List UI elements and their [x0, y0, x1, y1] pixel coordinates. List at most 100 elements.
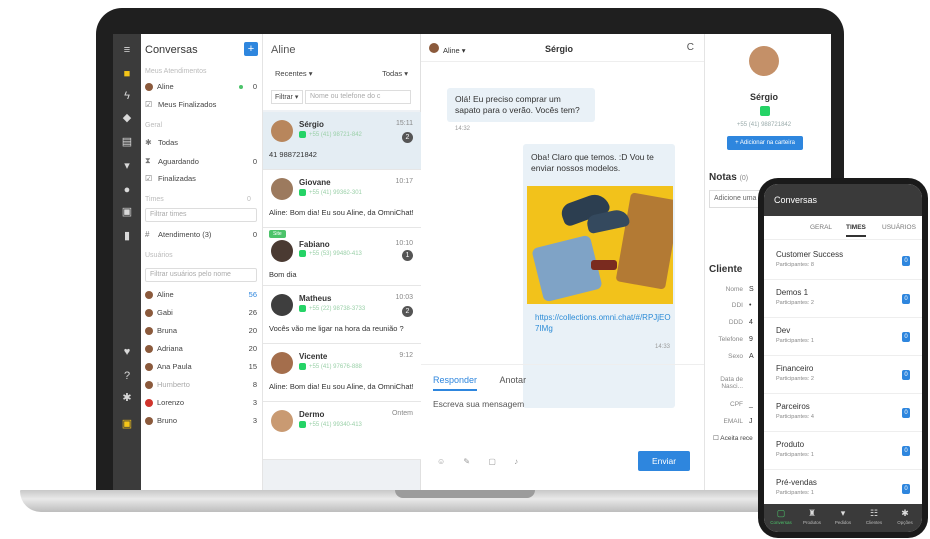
tab-geral[interactable]: GERAL — [810, 224, 832, 231]
whatsapp-icon — [299, 305, 306, 312]
whatsapp-icon — [299, 421, 306, 428]
avatar — [145, 362, 153, 371]
conversations-sidebar: Conversas + Meus Atendimentos Aline 0 ☑ Me… — [141, 34, 263, 490]
sidebar-item-finalizados[interactable]: ☑ Meus Finalizados — [145, 100, 257, 109]
user-item[interactable]: Lorenzo 3 — [145, 398, 257, 407]
filter-button[interactable]: Filtrar ▾ — [271, 90, 303, 104]
phone-frame: Conversas GERAL TIMES USUÁRIOS Customer … — [758, 178, 928, 538]
tag-icon[interactable]: ◆ — [120, 112, 134, 124]
nav-pedidos[interactable]: ▾ Pedidos — [828, 508, 858, 525]
product-photo[interactable] — [527, 186, 673, 304]
tab-usuarios[interactable]: USUÁRIOS — [882, 224, 916, 231]
user-item[interactable]: Ana Paula 15 — [145, 362, 257, 371]
contact-name: Sérgio — [749, 92, 778, 102]
chat-item[interactable]: Giovane +55 (41) 99362-301 10:17 Aline: … — [263, 170, 421, 228]
team-row[interactable]: Dev Participantes: 10 — [764, 318, 922, 356]
avatar — [271, 352, 293, 374]
contacts-icon[interactable]: ▣ — [120, 206, 134, 218]
product-icon: ♜ — [807, 508, 817, 518]
asterisk-icon: ✱ — [145, 138, 152, 147]
add-portfolio-button[interactable]: + Adicionar na carteira — [727, 136, 803, 150]
nav-conversas[interactable]: ▢ Conversas — [766, 508, 796, 525]
chat-item[interactable]: Dermo +55 (41) 99340-413 Ontem — [263, 402, 421, 460]
team-row[interactable]: Financeiro Participantes: 20 — [764, 356, 922, 394]
section-times: Times — [145, 196, 164, 203]
sidebar-title: Conversas — [145, 44, 198, 56]
team-row[interactable]: Pré-vendas Participantes: 10 — [764, 470, 922, 508]
avatar — [271, 240, 293, 262]
sidebar-item-aguardando[interactable]: ⧗ Aguardando 0 — [145, 156, 257, 166]
user-item[interactable]: Aline 56 — [145, 290, 257, 299]
stage: ≡ ■ ϟ ◆ ▤ ▾ ● ▣ ▮ ♥ ? ✱ ▣ Conversas + Me… — [0, 0, 930, 539]
sidebar-item-atendimento[interactable]: # Atendimento (3) 0 — [145, 230, 257, 239]
user-item[interactable]: Gabi 26 — [145, 308, 257, 317]
contact-avatar — [749, 46, 779, 76]
team-row[interactable]: Parceiros Participantes: 40 — [764, 394, 922, 432]
user-item[interactable]: Bruno 3 — [145, 416, 257, 425]
chat-item[interactable]: Vicente +55 (41) 97676-888 9:12 Aline: B… — [263, 344, 421, 402]
chat-item[interactable]: Sérgio +55 (41) 98721-842 15:11 2 41 988… — [263, 112, 421, 170]
chat-item[interactable]: Site Fabiano +55 (53) 99480-413 10:10 1 … — [263, 228, 421, 286]
chat-search-input[interactable]: Nome ou telefone do c — [305, 90, 411, 104]
team-row[interactable]: Demos 1 Participantes: 20 — [764, 280, 922, 318]
chat-icon: ▢ — [776, 508, 786, 518]
contact-phone: +55 (41) 988721842 — [736, 122, 792, 128]
avatar — [271, 410, 293, 432]
help-icon[interactable]: ? — [120, 370, 134, 382]
whatsapp-icon — [299, 189, 306, 196]
chat-list-header: Aline — [263, 34, 420, 62]
send-button[interactable]: Enviar — [638, 451, 690, 471]
section-meus: Meus Atendimentos — [145, 68, 207, 75]
cart-icon[interactable]: ▾ — [120, 160, 134, 172]
incoming-message: Olá! Eu preciso comprar um sapato para o… — [447, 88, 595, 122]
team-row[interactable]: Produto Participantes: 10 — [764, 432, 922, 470]
tab-times[interactable]: TIMES — [846, 224, 866, 237]
agent-dropdown[interactable]: Aline ▾ — [429, 43, 466, 55]
refresh-icon[interactable]: C — [687, 42, 694, 53]
site-tag: Site — [269, 230, 286, 238]
menu-icon[interactable]: ≡ — [120, 44, 134, 56]
accept-checkbox[interactable]: ☐ Aceita rece — [713, 434, 753, 442]
whatsapp-icon — [760, 106, 770, 116]
sidebar-item-todas[interactable]: ✱ Todas — [145, 138, 257, 147]
nav-produtos[interactable]: ♜ Produtos — [797, 508, 827, 525]
users-filter-input[interactable]: Filtrar usuários pelo nome — [145, 268, 257, 282]
avatar — [145, 290, 153, 299]
message-input[interactable]: Escreva sua mensagem — [433, 399, 524, 409]
whatsapp-icon — [299, 250, 306, 257]
user-item[interactable]: Adriana 20 — [145, 344, 257, 353]
chart-icon[interactable]: ▮ — [120, 230, 134, 242]
bolt-icon[interactable]: ϟ — [120, 90, 134, 102]
user-item[interactable]: Bruna 20 — [145, 326, 257, 335]
app-screen: ≡ ■ ϟ ◆ ▤ ▾ ● ▣ ▮ ♥ ? ✱ ▣ Conversas + Me… — [113, 34, 831, 490]
sidebar-item-finalizadas[interactable]: ☑ Finalizadas — [145, 174, 257, 183]
add-conversation-button[interactable]: + — [244, 42, 258, 56]
recentes-dropdown[interactable]: Recentes ▾ — [275, 69, 313, 78]
collection-link[interactable]: https://collections.omni.chat/#/RPJjEO7I… — [535, 312, 671, 334]
chat-icon[interactable]: ■ — [120, 68, 134, 80]
tab-responder[interactable]: Responder — [433, 375, 478, 391]
composer-tools[interactable]: ☺ ✎ ▢ ♪ — [437, 457, 526, 466]
chat-item[interactable]: Matheus +55 (22) 98738-3733 10:03 2 Você… — [263, 286, 421, 344]
gear-icon: ✱ — [901, 508, 909, 518]
user-item[interactable]: Humberto 8 — [145, 380, 257, 389]
nav-clientes[interactable]: ☷ Clientes — [859, 508, 889, 525]
times-filter-input[interactable]: Filtrar times — [145, 208, 257, 222]
sidebar-item-aline[interactable]: Aline 0 — [145, 82, 257, 91]
team-row[interactable]: Customer Success Participantes: 80 — [764, 242, 922, 280]
todas-dropdown[interactable]: Todas ▾ — [382, 69, 408, 78]
user-icon[interactable]: ● — [120, 184, 134, 196]
tab-anotar[interactable]: Anotar — [500, 375, 527, 385]
section-usuarios: Usuários — [145, 252, 173, 259]
avatar — [271, 294, 293, 316]
chat-filter-bar: Filtrar ▾ Nome ou telefone do c — [263, 84, 420, 110]
info-icon[interactable]: ▣ — [120, 418, 134, 430]
avatar — [145, 344, 153, 353]
section-geral: Geral — [145, 122, 163, 129]
nav-opcoes[interactable]: ✱ Opções — [890, 508, 920, 525]
heart-icon[interactable]: ♥ — [120, 346, 134, 358]
avatar — [429, 43, 439, 53]
gear-icon[interactable]: ✱ — [120, 392, 134, 404]
times-count: 0 — [247, 196, 251, 203]
list-icon[interactable]: ▤ — [120, 136, 134, 148]
